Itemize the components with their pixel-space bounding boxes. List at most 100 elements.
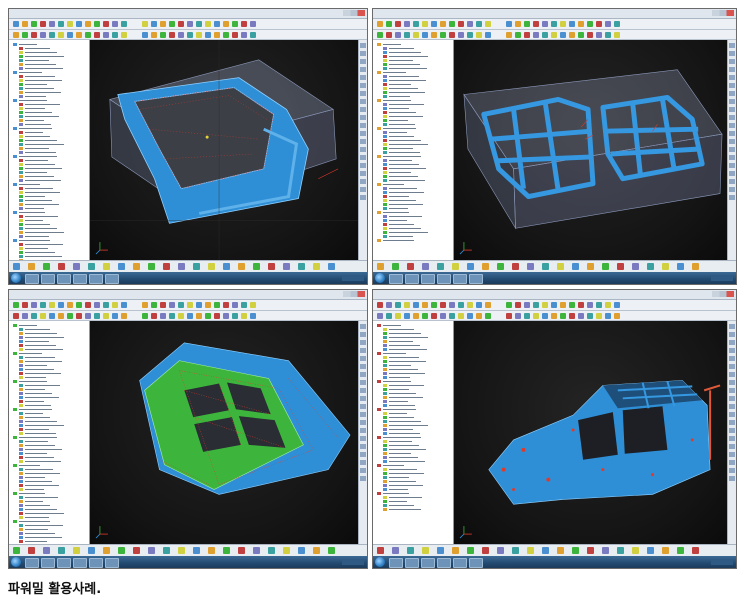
toolbar-button[interactable] <box>31 313 37 319</box>
view-button[interactable] <box>729 444 735 449</box>
toolbar-button[interactable] <box>22 313 28 319</box>
toolbar-button[interactable] <box>160 21 166 27</box>
status-bar[interactable] <box>9 260 367 272</box>
secondary-toolbar[interactable] <box>373 311 736 321</box>
view-button[interactable] <box>729 364 735 369</box>
main-toolbar[interactable] <box>373 300 736 311</box>
toolbar-button[interactable] <box>169 302 175 308</box>
view-button[interactable] <box>729 195 735 200</box>
status-button[interactable] <box>58 263 65 270</box>
toolbar-button[interactable] <box>515 21 521 27</box>
view-button[interactable] <box>729 123 735 128</box>
status-button[interactable] <box>407 263 414 270</box>
view-button[interactable] <box>360 115 366 120</box>
view-button[interactable] <box>360 460 366 465</box>
toolbar-button[interactable] <box>196 32 202 38</box>
view-button[interactable] <box>360 476 366 481</box>
status-button[interactable] <box>313 263 320 270</box>
status-button[interactable] <box>73 547 80 554</box>
toolbar-button[interactable] <box>467 21 473 27</box>
status-button[interactable] <box>13 547 20 554</box>
status-button[interactable] <box>392 263 399 270</box>
toolbar-button[interactable] <box>205 313 211 319</box>
status-button[interactable] <box>512 547 519 554</box>
view-button[interactable] <box>360 348 366 353</box>
view-button[interactable] <box>729 412 735 417</box>
app-icon[interactable] <box>469 558 483 568</box>
view-button[interactable] <box>360 332 366 337</box>
view-button[interactable] <box>360 436 366 441</box>
toolbar-button[interactable] <box>533 32 539 38</box>
toolbar-button[interactable] <box>551 32 557 38</box>
status-button[interactable] <box>298 547 305 554</box>
toolbar-button[interactable] <box>386 302 392 308</box>
view-button[interactable] <box>729 51 735 56</box>
view-button[interactable] <box>729 324 735 329</box>
view-button[interactable] <box>360 468 366 473</box>
toolbar-button[interactable] <box>112 302 118 308</box>
app-icon[interactable] <box>469 274 483 284</box>
status-button[interactable] <box>482 547 489 554</box>
toolbar-button[interactable] <box>40 21 46 27</box>
toolbar-button[interactable] <box>569 313 575 319</box>
status-button[interactable] <box>178 547 185 554</box>
toolbar-button[interactable] <box>223 32 229 38</box>
toolbar-button[interactable] <box>560 32 566 38</box>
status-button[interactable] <box>13 263 20 270</box>
status-button[interactable] <box>437 547 444 554</box>
toolbar-button[interactable] <box>205 32 211 38</box>
toolbar-button[interactable] <box>440 21 446 27</box>
toolbar-button[interactable] <box>467 302 473 308</box>
app-icon[interactable] <box>105 558 119 568</box>
toolbar-button[interactable] <box>569 32 575 38</box>
status-button[interactable] <box>118 263 125 270</box>
status-button[interactable] <box>208 547 215 554</box>
status-button[interactable] <box>133 547 140 554</box>
view-button[interactable] <box>360 123 366 128</box>
status-bar[interactable] <box>373 544 736 556</box>
status-button[interactable] <box>283 547 290 554</box>
toolbar-button[interactable] <box>214 313 220 319</box>
view-button[interactable] <box>360 452 366 457</box>
windows-taskbar[interactable] <box>373 272 736 284</box>
view-button[interactable] <box>360 67 366 72</box>
view-button[interactable] <box>729 468 735 473</box>
toolbar-button[interactable] <box>506 302 512 308</box>
view-button[interactable] <box>729 99 735 104</box>
toolbar-button[interactable] <box>476 313 482 319</box>
toolbar-button[interactable] <box>178 21 184 27</box>
system-tray[interactable] <box>711 275 733 281</box>
toolbar-button[interactable] <box>458 32 464 38</box>
toolbar-button[interactable] <box>31 32 37 38</box>
toolbar-button[interactable] <box>560 313 566 319</box>
toolbar-button[interactable] <box>232 32 238 38</box>
view-button[interactable] <box>729 187 735 192</box>
toolbar-button[interactable] <box>31 21 37 27</box>
toolbar-button[interactable] <box>205 21 211 27</box>
toolbar-button[interactable] <box>121 313 127 319</box>
view-toolbar[interactable] <box>358 40 367 260</box>
toolbar-button[interactable] <box>569 302 575 308</box>
toolbar-button[interactable] <box>515 313 521 319</box>
status-button[interactable] <box>28 547 35 554</box>
toolbar-button[interactable] <box>103 32 109 38</box>
toolbar-button[interactable] <box>476 21 482 27</box>
app-icon[interactable] <box>453 274 467 284</box>
toolbar-button[interactable] <box>476 302 482 308</box>
toolbar-button[interactable] <box>551 21 557 27</box>
toolbar-button[interactable] <box>587 32 593 38</box>
3d-viewport[interactable] <box>90 321 358 544</box>
toolbar-button[interactable] <box>13 32 19 38</box>
toolbar-button[interactable] <box>542 21 548 27</box>
toolbar-button[interactable] <box>422 302 428 308</box>
view-button[interactable] <box>360 179 366 184</box>
view-toolbar[interactable] <box>727 321 736 544</box>
status-button[interactable] <box>43 263 50 270</box>
toolbar-button[interactable] <box>542 313 548 319</box>
status-button[interactable] <box>497 263 504 270</box>
toolbar-button[interactable] <box>169 21 175 27</box>
view-button[interactable] <box>729 147 735 152</box>
view-button[interactable] <box>360 107 366 112</box>
explorer-tree[interactable] <box>9 321 90 544</box>
view-button[interactable] <box>360 99 366 104</box>
